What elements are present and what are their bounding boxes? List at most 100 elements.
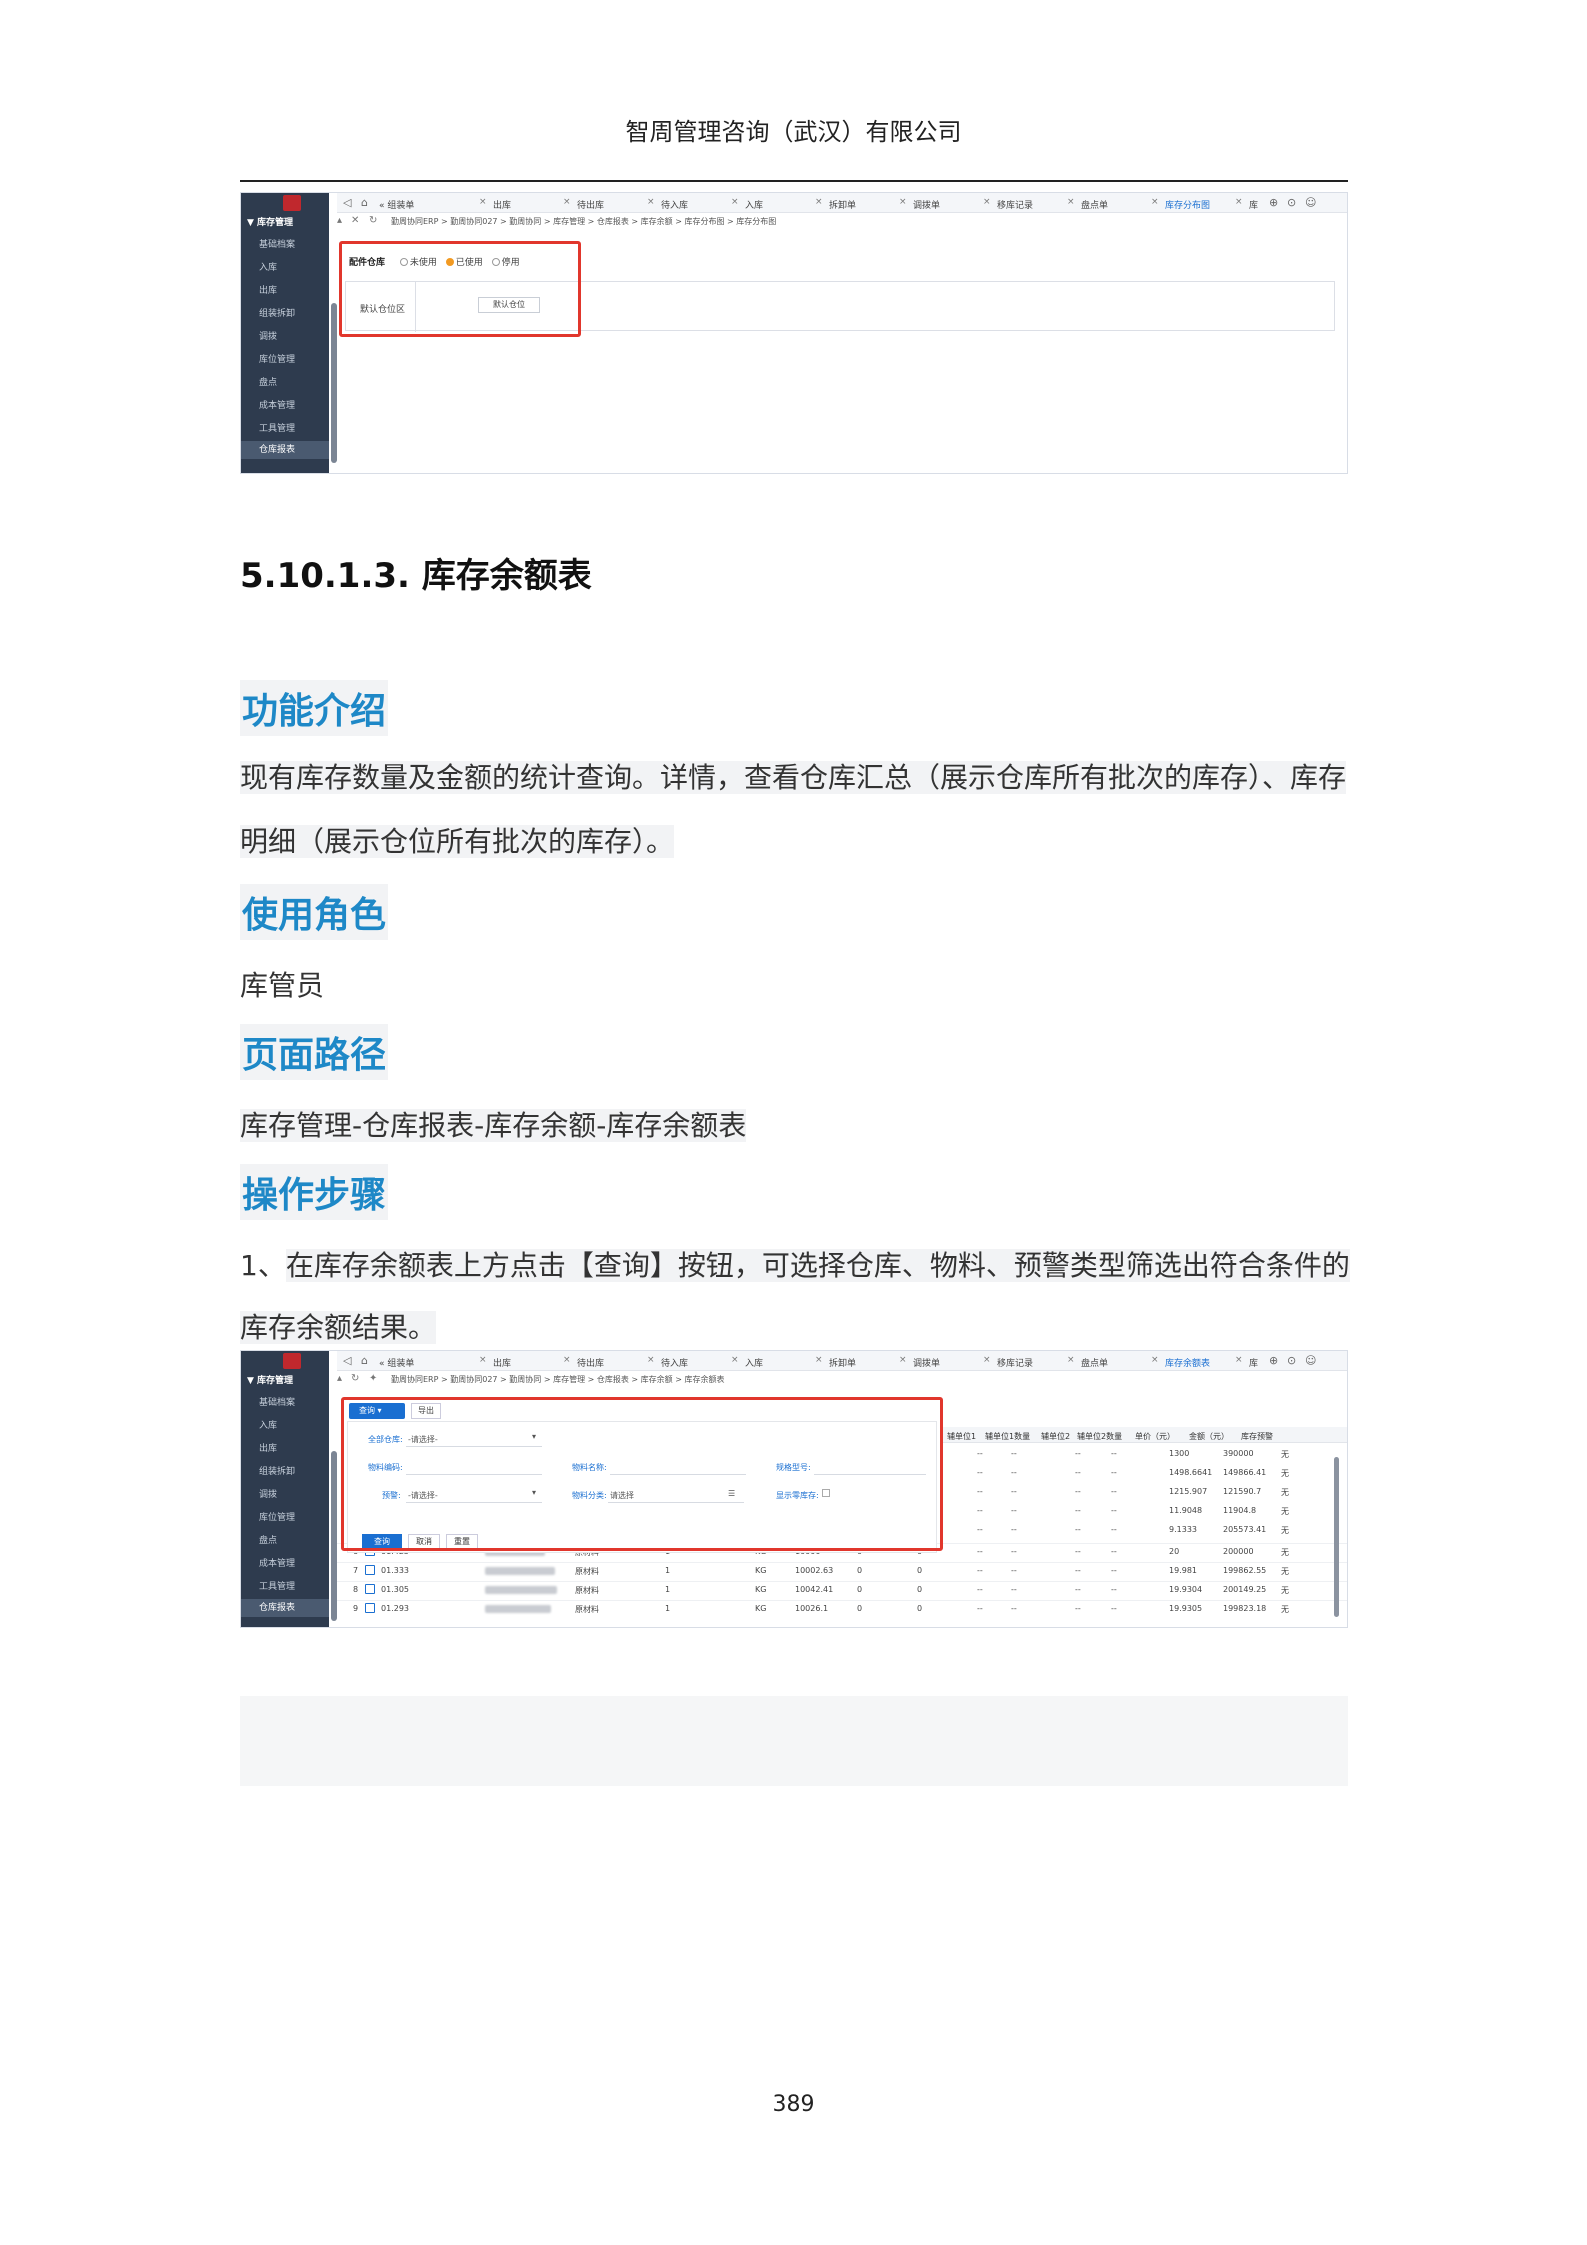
close-icon[interactable]: ×: [731, 1355, 739, 1365]
tab[interactable]: 库: [1249, 1356, 1258, 1369]
tab[interactable]: 出库: [493, 198, 511, 211]
home-icon[interactable]: ⌂: [361, 196, 368, 209]
cell: --: [977, 1547, 983, 1556]
tab[interactable]: 移库记录: [997, 198, 1033, 211]
sidebar-item[interactable]: 出库: [259, 283, 277, 296]
sidebar-item[interactable]: 库位管理: [259, 1510, 295, 1523]
tab[interactable]: 调拨单: [913, 1356, 940, 1369]
tab[interactable]: 盘点单: [1081, 1356, 1108, 1369]
cell: 10042.41: [795, 1585, 834, 1594]
column-header[interactable]: 辅单位1: [947, 1431, 976, 1442]
tab[interactable]: 待入库: [661, 1356, 688, 1369]
sidebar-item[interactable]: 调拨: [259, 1487, 277, 1500]
sidebar-item-active[interactable]: 仓库报表: [241, 441, 329, 459]
cell: --: [1075, 1604, 1081, 1613]
tab[interactable]: 待入库: [661, 198, 688, 211]
close-icon[interactable]: ×: [1067, 197, 1075, 207]
collapse-icon[interactable]: ▴: [337, 1373, 342, 1384]
close-icon[interactable]: ✕: [351, 215, 359, 226]
pin-icon[interactable]: ✦: [369, 1373, 377, 1384]
tab[interactable]: 库: [1249, 198, 1258, 211]
close-icon[interactable]: ×: [1235, 197, 1243, 207]
refresh-icon[interactable]: ↻: [369, 215, 377, 226]
tab-active[interactable]: 库存分布图: [1165, 198, 1210, 211]
column-header[interactable]: 单价（元）: [1135, 1431, 1175, 1442]
tab[interactable]: « 组装单: [379, 198, 414, 211]
column-header[interactable]: 库存预警: [1241, 1431, 1273, 1442]
tab-active[interactable]: 库存余额表: [1165, 1356, 1210, 1369]
tab[interactable]: 入库: [745, 198, 763, 211]
close-icon[interactable]: ×: [815, 1355, 823, 1365]
back-icon[interactable]: ◁: [343, 196, 351, 209]
close-icon[interactable]: ×: [983, 1355, 991, 1365]
close-icon[interactable]: ×: [1067, 1355, 1075, 1365]
sidebar-scrollbar[interactable]: [331, 303, 337, 463]
home-icon[interactable]: ⌂: [361, 1354, 368, 1367]
close-icon[interactable]: ×: [479, 1355, 487, 1365]
sidebar-item[interactable]: 成本管理: [259, 398, 295, 411]
collapse-icon[interactable]: ▴: [337, 215, 342, 226]
sidebar-item[interactable]: 工具管理: [259, 421, 295, 434]
detail-icon[interactable]: [365, 1565, 375, 1575]
tab[interactable]: 入库: [745, 1356, 763, 1369]
zoom-icon[interactable]: ⊙: [1287, 196, 1296, 209]
close-icon[interactable]: ×: [731, 197, 739, 207]
sidebar-item[interactable]: 成本管理: [259, 1556, 295, 1569]
user-icon[interactable]: ☺: [1305, 196, 1316, 209]
column-header[interactable]: 辅单位1数量: [985, 1431, 1030, 1442]
sidebar-item[interactable]: 组装拆卸: [259, 306, 295, 319]
zoom-icon[interactable]: ⊙: [1287, 1354, 1296, 1367]
tab[interactable]: 拆卸单: [829, 1356, 856, 1369]
sidebar-item[interactable]: 组装拆卸: [259, 1464, 295, 1477]
sidebar-item-active[interactable]: 仓库报表: [241, 1599, 329, 1617]
column-header[interactable]: 辅单位2数量: [1077, 1431, 1122, 1442]
close-icon[interactable]: ×: [563, 1355, 571, 1365]
user-icon[interactable]: ☺: [1305, 1354, 1316, 1367]
detail-icon[interactable]: [365, 1603, 375, 1613]
sidebar-item[interactable]: 盘点: [259, 375, 277, 388]
close-icon[interactable]: ×: [815, 197, 823, 207]
grid-scrollbar[interactable]: [1334, 1457, 1339, 1617]
close-icon[interactable]: ×: [983, 197, 991, 207]
sidebar-item[interactable]: 基础档案: [259, 237, 295, 250]
tab[interactable]: « 组装单: [379, 1356, 414, 1369]
column-header[interactable]: 辅单位2: [1041, 1431, 1070, 1442]
breadcrumb: ▴ ↻ ✦ 勤周协同ERP > 勤周协同027 > 勤周协同 > 库存管理 > …: [337, 1371, 1347, 1387]
close-icon[interactable]: ×: [647, 197, 655, 207]
tab[interactable]: 出库: [493, 1356, 511, 1369]
sidebar-item[interactable]: 入库: [259, 260, 277, 273]
tab[interactable]: 移库记录: [997, 1356, 1033, 1369]
sidebar-item[interactable]: 出库: [259, 1441, 277, 1454]
close-icon[interactable]: ×: [899, 197, 907, 207]
back-icon[interactable]: ◁: [343, 1354, 351, 1367]
sidebar-item[interactable]: 入库: [259, 1418, 277, 1431]
sidebar-item[interactable]: 库位管理: [259, 352, 295, 365]
sidebar-item[interactable]: 工具管理: [259, 1579, 295, 1592]
column-header[interactable]: 金额（元）: [1189, 1431, 1229, 1442]
sidebar-item[interactable]: 调拨: [259, 329, 277, 342]
tab[interactable]: 调拨单: [913, 198, 940, 211]
close-icon[interactable]: ×: [563, 197, 571, 207]
sidebar-item[interactable]: 盘点: [259, 1533, 277, 1546]
tab[interactable]: 拆卸单: [829, 198, 856, 211]
detail-icon[interactable]: [365, 1584, 375, 1594]
close-icon[interactable]: ×: [899, 1355, 907, 1365]
close-icon[interactable]: ×: [647, 1355, 655, 1365]
tab[interactable]: 待出库: [577, 1356, 604, 1369]
tab-bar: ◁ ⌂ « 组装单 × 出库 × 待出库 × 待入库 × 入库 × 拆卸单 × …: [337, 1351, 1347, 1371]
close-icon[interactable]: ×: [479, 197, 487, 207]
close-icon[interactable]: ×: [1235, 1355, 1243, 1365]
globe-icon[interactable]: ⊕: [1269, 196, 1278, 209]
close-icon[interactable]: ×: [1151, 1355, 1159, 1365]
tab[interactable]: 待出库: [577, 198, 604, 211]
sidebar-item[interactable]: 基础档案: [259, 1395, 295, 1408]
sidebar-title[interactable]: ▼ 库存管理: [247, 1373, 293, 1386]
globe-icon[interactable]: ⊕: [1269, 1354, 1278, 1367]
close-icon[interactable]: ×: [1151, 197, 1159, 207]
refresh-icon[interactable]: ↻: [351, 1373, 359, 1384]
cell: 0: [857, 1604, 863, 1613]
cell: 0: [857, 1585, 863, 1594]
sidebar-title[interactable]: ▼ 库存管理: [247, 215, 293, 228]
tab[interactable]: 盘点单: [1081, 198, 1108, 211]
sidebar-scrollbar[interactable]: [331, 1451, 337, 1621]
